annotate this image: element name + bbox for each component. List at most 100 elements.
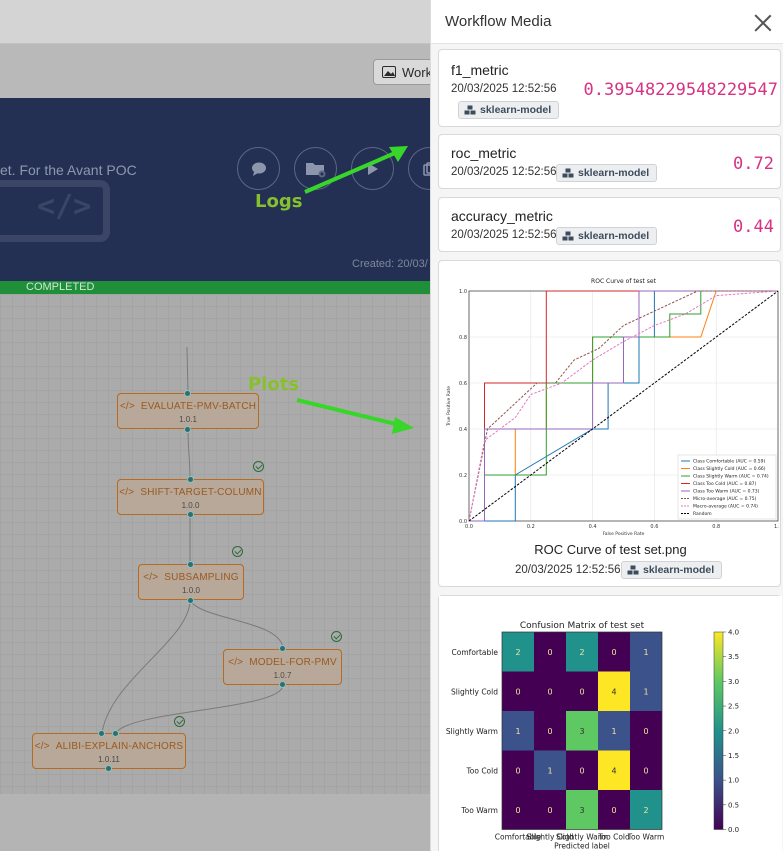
matrix-cell-value: 4: [611, 687, 616, 696]
matrix-cell-value: 0: [515, 766, 520, 775]
y-tick-label: 0.6: [459, 381, 467, 387]
node-title: ALIBI-EXPLAIN-ANCHORS: [55, 741, 184, 752]
x-axis-label: Predicted label: [554, 842, 610, 851]
node-model-for-pmv[interactable]: </> MODEL-FOR-PMV 1.0.7: [223, 649, 342, 685]
legend-entry: Class Too Cold (AUC = 0.87): [693, 481, 757, 487]
matrix-cell-value: 0: [515, 687, 520, 696]
colorbar-tick-label: 0.0: [728, 826, 739, 834]
matrix-cell-value: 0: [643, 727, 648, 736]
matrix-cell-value: 0: [611, 648, 616, 657]
code-icon: </>: [228, 657, 244, 668]
row-label: Slightly Cold: [451, 687, 498, 696]
model-tag[interactable]: sklearn-model: [556, 227, 658, 245]
model-tag-label: sklearn-model: [578, 167, 650, 179]
check-circle-icon: [253, 461, 264, 472]
row-label: Slightly Warm: [446, 727, 498, 736]
colorbar-tick-label: 1.5: [728, 752, 739, 760]
matrix-cell-value: 0: [579, 766, 584, 775]
x-axis-label: False Positive Rate: [603, 531, 645, 537]
colorbar: [713, 631, 724, 830]
node-output-port[interactable]: [187, 597, 194, 604]
node-title: EVALUATE-PMV-BATCH: [140, 401, 257, 412]
row-label: Too Warm: [460, 806, 498, 815]
check-circle-icon: [232, 546, 243, 557]
matrix-cell-value: 0: [547, 806, 552, 815]
matrix-cell-value: 0: [547, 727, 552, 736]
colorbar-tick-label: 4.0: [728, 629, 739, 637]
cubes-icon: [464, 105, 476, 115]
matrix-cell-value: 0: [611, 806, 616, 815]
y-axis-label: True Positive Rate: [446, 386, 452, 427]
node-output-port[interactable]: [279, 681, 286, 688]
colorbar-tick-label: 1.0: [728, 777, 739, 785]
plot-date: 20/03/2025 12:52:56: [515, 564, 621, 576]
node-version: 1.0.0: [182, 586, 200, 595]
legend-entry: Class Comfortable (AUC = 0.59): [693, 459, 765, 465]
metric-value: 0.39548229548229547: [583, 80, 778, 100]
metric-date: 20/03/2025 12:52:56: [451, 229, 557, 241]
node-input-port[interactable]: [98, 730, 105, 737]
panel-header: Workflow Media: [431, 0, 783, 44]
node-input-port[interactable]: [187, 476, 194, 483]
y-tick-label: 1.0: [459, 289, 467, 295]
matrix-cell-value: 0: [547, 648, 552, 657]
node-input-port[interactable]: [279, 645, 286, 652]
close-icon[interactable]: [753, 13, 773, 33]
annotation-logs: Logs: [255, 191, 303, 212]
colorbar-tick-label: 3.5: [728, 653, 739, 661]
node-output-port[interactable]: [187, 511, 194, 518]
node-alibi-explain-anchors[interactable]: </> ALIBI-EXPLAIN-ANCHORS 1.0.11: [32, 733, 186, 769]
matrix-cell-value: 3: [579, 727, 584, 736]
legend-entry: Random: [693, 511, 712, 517]
metric-card-accuracy: accuracy_metric 20/03/2025 12:52:56 0.44…: [438, 197, 781, 252]
roc-curve-chart[interactable]: ROC Curve of test set 0.0 0.2 0.4 0.6 0.8 1.0 0…: [442, 269, 779, 539]
model-tag-label: sklearn-model: [578, 230, 650, 242]
node-version: 1.0.11: [98, 755, 120, 764]
node-output-port[interactable]: [184, 426, 191, 433]
y-tick-label: 0.8: [459, 335, 467, 341]
metric-name: accuracy_metric: [451, 208, 553, 224]
model-tag[interactable]: sklearn-model: [621, 561, 723, 579]
legend-entry: Micro-average (AUC = 0.75): [693, 496, 757, 502]
y-tick-label: 0.4: [459, 427, 467, 433]
y-tick-label: 0.0: [459, 519, 467, 525]
matrix-cell-value: 2: [643, 806, 648, 815]
code-icon: </>: [34, 741, 50, 752]
matrix-cell-value: 2: [579, 648, 584, 657]
cubes-icon: [627, 565, 639, 575]
node-output-port[interactable]: [105, 765, 112, 772]
col-label: Too Warm: [627, 833, 665, 842]
matrix-cell-value: 0: [643, 766, 648, 775]
metric-card-f1: f1_metric 20/03/2025 12:52:56 0.39548229…: [438, 49, 781, 127]
cubes-icon: [562, 231, 574, 241]
model-tag[interactable]: sklearn-model: [458, 101, 560, 119]
metric-name: f1_metric: [451, 62, 509, 78]
matrix-cell-value: 2: [515, 648, 520, 657]
node-input-port[interactable]: [184, 390, 191, 397]
colorbar-tick-label: 2.0: [728, 727, 739, 735]
node-evaluate-pmv-batch[interactable]: </> EVALUATE-PMV-BATCH 1.0.1: [117, 393, 259, 429]
node-shift-target-column[interactable]: </> SHIFT-TARGET-COLUMN 1.0.0: [117, 479, 264, 515]
plot-caption: ROC Curve of test set.png: [534, 542, 687, 557]
node-input-port[interactable]: [187, 561, 194, 568]
code-icon: </>: [143, 572, 159, 583]
row-label: Comfortable: [452, 648, 499, 657]
colorbar-tick-label: 3.0: [728, 678, 739, 686]
colorbar-tick-label: 0.5: [728, 801, 739, 809]
x-tick-label: 0.2: [527, 524, 535, 530]
check-circle-icon: [331, 631, 342, 642]
x-tick-label: 0.8: [712, 524, 720, 530]
matrix-cell-value: 1: [611, 727, 616, 736]
matrix-cell-value: 3: [579, 806, 584, 815]
model-tag-label: sklearn-model: [643, 564, 715, 576]
matrix-cell-value: 0: [579, 687, 584, 696]
chart-title: ROC Curve of test set: [591, 278, 657, 285]
legend-entry: Macro-average (AUC = 0.74): [693, 504, 758, 510]
matrix-cell-value: 1: [643, 687, 648, 696]
confusion-matrix-chart[interactable]: Confusion Matrix of test set 2 0 2 0 1 Comfort…: [439, 596, 782, 851]
node-subsampling[interactable]: </> SUBSAMPLING 1.0.0: [138, 564, 244, 600]
model-tag-label: sklearn-model: [480, 104, 552, 116]
model-tag[interactable]: sklearn-model: [556, 164, 658, 182]
code-icon: </>: [119, 401, 135, 412]
node-input-port[interactable]: [112, 730, 119, 737]
